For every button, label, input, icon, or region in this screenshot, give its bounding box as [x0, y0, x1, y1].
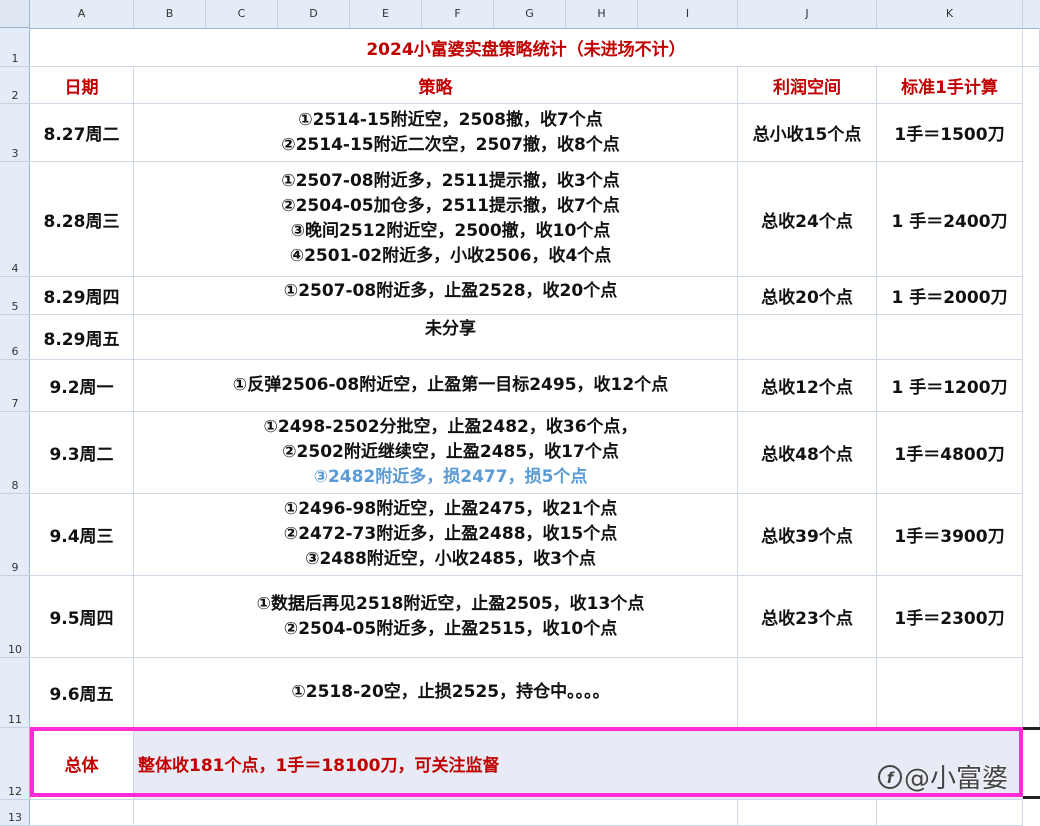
strategy-line: ②2514-15附近二次空，2507撤，收8个点	[281, 134, 620, 155]
entry-profit[interactable]: 总收12个点	[738, 360, 877, 412]
cell-b13[interactable]	[134, 800, 738, 826]
column-header-e[interactable]: E	[350, 0, 422, 28]
entry-profit[interactable]: 总收39个点	[738, 494, 877, 576]
total-highlight-border	[30, 727, 1023, 797]
entry-strategy[interactable]: ①2498-2502分批空，止盈2482，收36个点， ②2502附近继续空，止…	[134, 412, 738, 494]
header-standard[interactable]: 标准1手计算	[877, 67, 1023, 104]
row-header-11[interactable]: 11	[0, 658, 30, 728]
header-profit[interactable]: 利润空间	[738, 67, 877, 104]
entry-date[interactable]: 8.29周五	[30, 315, 134, 360]
strategy-line: ①2496-98附近空，止盈2475，收21个点	[283, 499, 618, 519]
entry-profit[interactable]: 总收24个点	[738, 162, 877, 277]
strategy-line: ①反弹2506-08附近空，止盈第一目标2495，收12个点	[232, 375, 669, 395]
header-strategy[interactable]: 策略	[134, 67, 738, 104]
entry-standard[interactable]: 1手＝4800刀	[877, 412, 1023, 494]
column-header-k[interactable]: K	[877, 0, 1023, 28]
entry-standard[interactable]: 1手＝2300刀	[877, 576, 1023, 658]
row-header-8[interactable]: 8	[0, 412, 30, 494]
cell-k13[interactable]	[877, 800, 1023, 826]
strategy-line: ①2507-08附近多，2511提示撤，收3个点	[281, 171, 620, 191]
cell-l1[interactable]	[1023, 28, 1040, 67]
entry-profit[interactable]	[738, 315, 877, 360]
column-header-h[interactable]: H	[566, 0, 638, 28]
row-header-1[interactable]: 1	[0, 28, 30, 67]
entry-standard[interactable]	[877, 315, 1023, 360]
column-header-i[interactable]: I	[638, 0, 738, 28]
selection-edge	[1023, 727, 1040, 799]
entry-strategy[interactable]: ①2496-98附近空，止盈2475，收21个点 ②2472-73附近多，止盈2…	[134, 494, 738, 576]
entry-profit[interactable]: 总收20个点	[738, 277, 877, 315]
row-header-bar: 1 2 3 4 5 6 7 8 9 10 11 12 13	[0, 28, 30, 826]
strategy-line: ③晚间2512附近空，2500撤，收10个点	[290, 221, 611, 241]
entry-strategy[interactable]: ①2507-08附近多，2511提示撤，收3个点 ②2504-05加仓多，251…	[134, 162, 738, 277]
entry-standard[interactable]: 1 手＝2000刀	[877, 277, 1023, 315]
row-header-6[interactable]: 6	[0, 315, 30, 360]
row-header-12[interactable]: 12	[0, 728, 30, 800]
column-header-f[interactable]: F	[422, 0, 494, 28]
spreadsheet: A B C D E F G H I J K 1 2 3 4 5 6 7 8 9 …	[0, 0, 1040, 826]
entry-date[interactable]: 9.6周五	[30, 658, 134, 728]
row-header-5[interactable]: 5	[0, 277, 30, 315]
column-header-c[interactable]: C	[206, 0, 278, 28]
column-header-g[interactable]: G	[494, 0, 566, 28]
strategy-line: 未分享	[425, 319, 476, 339]
entry-profit[interactable]: 总收23个点	[738, 576, 877, 658]
entry-profit[interactable]: 总收48个点	[738, 412, 877, 494]
cell-grid: 2024小富婆实盘策略统计（未进场不计） 日期 策略 利润空间 标准1手计算 8…	[30, 28, 1040, 826]
column-header-b[interactable]: B	[134, 0, 206, 28]
entry-strategy[interactable]: ①2507-08附近多，止盈2528，收20个点	[134, 277, 738, 315]
strategy-line: ①2507-08附近多，止盈2528，收20个点	[283, 281, 618, 301]
entry-date[interactable]: 9.5周四	[30, 576, 134, 658]
entry-date[interactable]: 8.29周四	[30, 277, 134, 315]
entry-profit[interactable]	[738, 658, 877, 728]
column-header-bar: A B C D E F G H I J K	[30, 0, 1040, 29]
column-header-a[interactable]: A	[30, 0, 134, 28]
entry-date[interactable]: 9.3周二	[30, 412, 134, 494]
watermark-text: @小富婆	[904, 764, 1009, 794]
entry-profit[interactable]: 总小收15个点	[738, 104, 877, 162]
row-header-3[interactable]: 3	[0, 104, 30, 162]
header-date[interactable]: 日期	[30, 67, 134, 104]
strategy-line: ③2488附近空，小收2485，收3个点	[305, 549, 596, 569]
strategy-line: ②2504-05加仓多，2511提示撤，收7个点	[281, 196, 620, 216]
sheet-title[interactable]: 2024小富婆实盘策略统计（未进场不计）	[30, 28, 1023, 67]
strategy-line: ④2501-02附近多，小收2506，收4个点	[289, 246, 612, 266]
entry-strategy[interactable]: ①数据后再见2518附近空，止盈2505，收13个点 ②2504-05附近多，止…	[134, 576, 738, 658]
column-header-j[interactable]: J	[738, 0, 877, 28]
strategy-line: ②2472-73附近多，止盈2488，收15个点	[283, 524, 618, 544]
strategy-line: ①2514-15附近空，2508撤，收7个点	[298, 109, 603, 130]
column-header-d[interactable]: D	[278, 0, 350, 28]
strategy-line: ①数据后再见2518附近空，止盈2505，收13个点	[256, 593, 645, 614]
strategy-line-loss: ③2482附近多，损2477，损5个点	[313, 467, 588, 487]
entry-date[interactable]: 8.28周三	[30, 162, 134, 277]
entry-date[interactable]: 9.2周一	[30, 360, 134, 412]
entry-standard[interactable]: 1手＝1500刀	[877, 104, 1023, 162]
select-all-corner[interactable]	[0, 0, 30, 28]
cell-a13[interactable]	[30, 800, 134, 826]
strategy-line: ②2504-05附近多，止盈2515，收10个点	[283, 618, 618, 639]
entry-strategy[interactable]: ①反弹2506-08附近空，止盈第一目标2495，收12个点	[134, 360, 738, 412]
cell-l-column[interactable]	[1023, 67, 1040, 728]
entry-standard[interactable]: 1 手＝1200刀	[877, 360, 1023, 412]
entry-standard[interactable]: 1手＝3900刀	[877, 494, 1023, 576]
row-header-9[interactable]: 9	[0, 494, 30, 576]
entry-standard[interactable]	[877, 658, 1023, 728]
entry-strategy[interactable]: 未分享	[134, 315, 738, 360]
f-circle-icon: f	[878, 764, 902, 789]
cell-j13[interactable]	[738, 800, 877, 826]
entry-date[interactable]: 8.27周二	[30, 104, 134, 162]
watermark: f @小富婆	[878, 758, 1008, 795]
strategy-line: ①2498-2502分批空，止盈2482，收36个点，	[263, 417, 638, 437]
row-header-13[interactable]: 13	[0, 800, 30, 826]
row-header-4[interactable]: 4	[0, 162, 30, 277]
entry-standard[interactable]: 1 手＝2400刀	[877, 162, 1023, 277]
strategy-line: ②2502附近继续空，止盈2485，收17个点	[282, 442, 619, 462]
strategy-line: ①2518-20空，止损2525，持仓中。。。。	[291, 682, 610, 702]
entry-strategy[interactable]: ①2514-15附近空，2508撤，收7个点 ②2514-15附近二次空，250…	[134, 104, 738, 162]
entry-date[interactable]: 9.4周三	[30, 494, 134, 576]
row-header-7[interactable]: 7	[0, 360, 30, 412]
row-header-2[interactable]: 2	[0, 67, 30, 104]
entry-strategy[interactable]: ①2518-20空，止损2525，持仓中。。。。	[134, 658, 738, 728]
row-header-10[interactable]: 10	[0, 576, 30, 658]
